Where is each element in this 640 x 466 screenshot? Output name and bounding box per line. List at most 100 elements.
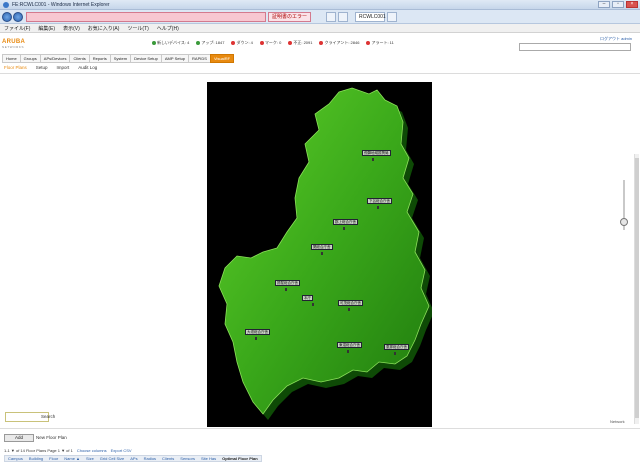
status-counter-label: ダウン: 4 (236, 40, 253, 45)
site-pin-icon[interactable] (347, 350, 349, 353)
site-label[interactable]: 可茂総合庁舎 (338, 300, 363, 306)
status-counter[interactable]: ダウン: 4 (231, 40, 253, 46)
status-counter-label: アップ: 1847 (201, 40, 225, 45)
site-pin-icon[interactable] (285, 288, 287, 291)
site-pin-icon[interactable] (372, 158, 374, 161)
column-header[interactable]: Campus (5, 456, 26, 461)
status-counter[interactable]: マーク: 0 (259, 40, 281, 46)
status-dot-icon (366, 41, 371, 45)
add-button[interactable]: Add (4, 434, 34, 442)
menu-edit[interactable]: 編集(E) (38, 25, 55, 32)
site-label[interactable]: 飛騨地域振興局 (362, 150, 391, 156)
forward-icon[interactable] (13, 12, 23, 22)
subtab-setup[interactable]: Setup (36, 65, 48, 70)
nav-tab-groups[interactable]: Groups (19, 54, 41, 63)
site-label[interactable]: 関総合庁舎 (311, 244, 333, 250)
nav-tab-reports[interactable]: Reports (88, 54, 111, 63)
column-header[interactable]: Clients (159, 456, 177, 461)
aruba-logo: ARUBA NETWORKS (2, 39, 26, 49)
browser-tab[interactable]: RCWLC001 (355, 12, 386, 22)
menu-view[interactable]: 表示(V) (63, 25, 80, 32)
column-header[interactable]: Radios (141, 456, 159, 461)
zoom-slider[interactable] (620, 180, 628, 230)
site-label[interactable]: 揖斐総合庁舎 (275, 280, 300, 286)
column-header[interactable]: Name ▲ (61, 456, 83, 461)
column-header[interactable]: APs (127, 456, 140, 461)
menu-favorites[interactable]: お気に入り(A) (88, 25, 120, 32)
status-counter[interactable]: クライアント: 2846 (319, 40, 359, 46)
nav-tab-rapids[interactable]: RAPIDS (188, 54, 211, 63)
export-csv-link[interactable]: Export CSV (111, 448, 132, 453)
map-shape (218, 87, 432, 420)
site-pin-icon[interactable] (343, 227, 345, 230)
column-header[interactable]: Building (26, 456, 46, 461)
site-label[interactable]: 東濃総合庁舎 (337, 342, 362, 348)
nav-tab-amp-setup[interactable]: AMP Setup (160, 54, 190, 63)
subtab-import[interactable]: Import (57, 65, 70, 70)
certificate-error-button[interactable]: 証明書のエラー (268, 12, 312, 22)
status-counter-label: 新しいデバイス: 4 (157, 40, 190, 45)
page-scrollbar[interactable] (634, 154, 639, 424)
global-search-input[interactable] (519, 43, 631, 51)
refresh-icon[interactable] (326, 12, 336, 22)
site-label[interactable]: 郡上総合庁舎 (333, 219, 358, 225)
site-label[interactable]: 恵那総合庁舎 (384, 344, 409, 350)
nav-tab-aps-devices[interactable]: APs/Devices (39, 54, 71, 63)
status-counter[interactable]: 新しいデバイス: 4 (152, 40, 189, 46)
site-pin-icon[interactable] (321, 252, 323, 255)
menu-file[interactable]: ファイル(F) (4, 25, 30, 32)
maximize-icon[interactable]: ▫ (612, 1, 624, 8)
minimize-icon[interactable]: – (598, 1, 610, 8)
nav-tab-visualrf[interactable]: VisualRF (209, 54, 235, 63)
window-title: FE:RCWLC001 - Windows Internet Explorer (12, 2, 110, 8)
choose-columns-link[interactable]: Choose columns (77, 448, 107, 453)
nav-tab-system[interactable]: System (109, 54, 132, 63)
zoom-slider-handle[interactable] (620, 218, 628, 226)
subtab-floor-plans[interactable]: Floor Plans (4, 65, 27, 70)
site-pin-icon[interactable] (377, 206, 379, 209)
column-header[interactable]: Site Has (198, 456, 219, 461)
ie-logo-icon (3, 2, 9, 8)
site-pin-icon[interactable] (394, 352, 396, 355)
nav-tab-home[interactable]: Home (2, 54, 21, 63)
status-dot-icon (259, 41, 264, 45)
back-icon[interactable] (2, 12, 12, 22)
menu-help[interactable]: ヘルプ(H) (157, 25, 179, 32)
menu-bar: ファイル(F) 編集(E) 表示(V) お気に入り(A) ツール(T) ヘルプ(… (0, 24, 640, 33)
status-counter[interactable]: アラート: 11 (366, 40, 394, 46)
status-counter[interactable]: 不正: 2091 (288, 40, 312, 46)
column-header[interactable]: Floor (46, 456, 61, 461)
site-pin-icon[interactable] (255, 337, 257, 340)
nav-tab-device-setup[interactable]: Device Setup (130, 54, 162, 63)
subtab-audit-log[interactable]: Audit Log (78, 65, 97, 70)
site-pin-icon[interactable] (312, 303, 314, 306)
floorplan-search[interactable]: Search (5, 412, 55, 422)
search-button[interactable]: Search (41, 414, 55, 419)
status-counter[interactable]: アップ: 1847 (196, 40, 224, 46)
nav-tab-clients[interactable]: Clients (69, 54, 90, 63)
add-label: New Floor Plan (36, 435, 67, 440)
column-header[interactable]: Sensors (177, 456, 198, 461)
column-header[interactable]: Grid Cell Size (97, 456, 127, 461)
url-field[interactable] (26, 12, 266, 22)
address-bar: 証明書のエラー RCWLC001 (0, 10, 640, 24)
site-label[interactable]: 大垣総合庁舎 (245, 329, 270, 335)
column-header[interactable]: Size (83, 456, 97, 461)
close-icon[interactable]: × (626, 1, 638, 8)
site-pin-icon[interactable] (348, 308, 350, 311)
status-dot-icon (288, 41, 293, 45)
column-header[interactable]: Optimal Floor Plan (219, 456, 261, 461)
table-header: Campus Building Floor Name ▲ Size Grid Cell S… (4, 455, 262, 462)
site-label[interactable]: 本庁 (302, 295, 313, 301)
site-label[interactable]: 下呂総合庁舎 (367, 198, 392, 204)
menu-tools[interactable]: ツール(T) (127, 25, 148, 32)
status-counter-label: クライアント: 2846 (324, 40, 360, 45)
status-dot-icon (319, 41, 324, 45)
logout-link[interactable]: ログアウト admin (600, 36, 632, 42)
status-dot-icon (152, 41, 156, 45)
stop-icon[interactable] (338, 12, 348, 22)
pager-text[interactable]: 1-1 ▼ of 14 Floor Plans Page 1 ▼ of 1 (4, 448, 73, 453)
status-counter-label: アラート: 11 (371, 40, 394, 45)
floor-plan-map[interactable]: 飛騨地域振興局 下呂総合庁舎郡上総合庁舎関総合庁舎揖斐総合庁舎本庁可茂総合庁舎大垣… (207, 82, 432, 427)
new-tab-icon[interactable] (387, 12, 397, 22)
